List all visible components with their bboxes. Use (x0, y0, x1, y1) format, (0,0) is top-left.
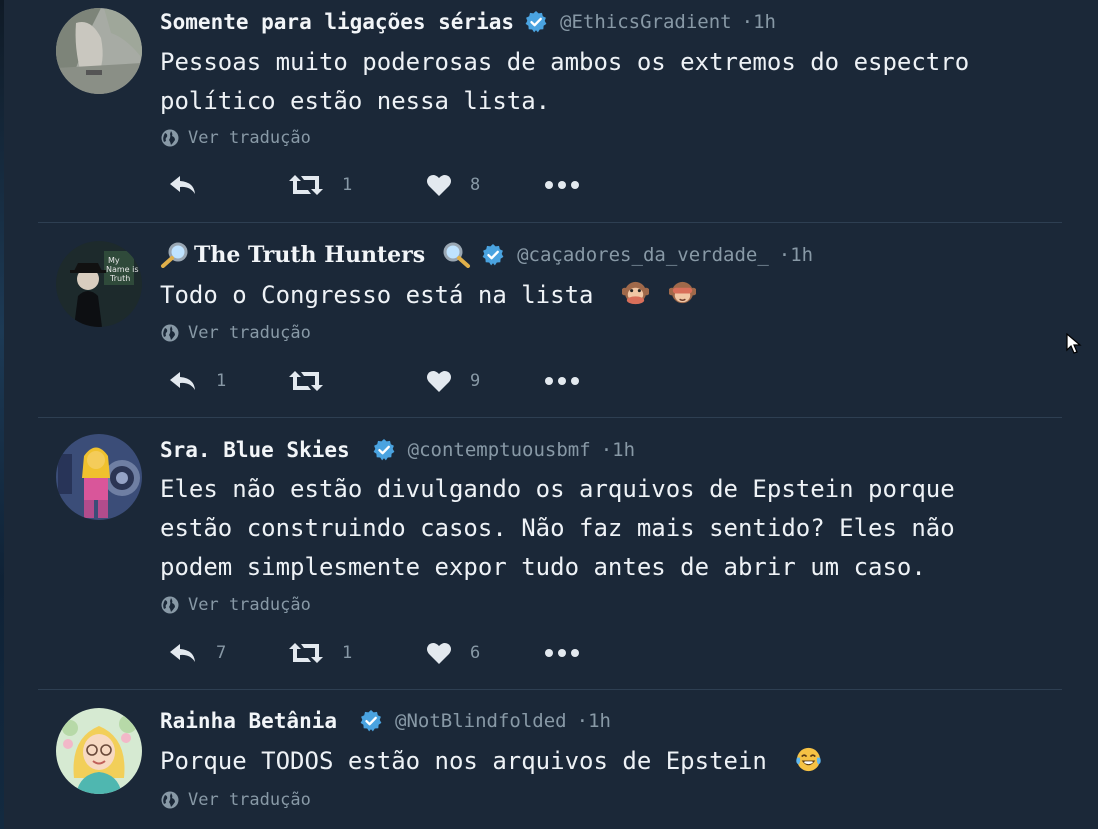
tweet-text-line: Eles não estão divulgando os arquivos de… (160, 475, 955, 503)
translate-label: Ver tradução (188, 790, 311, 810)
avatar[interactable] (56, 434, 142, 520)
translate-link[interactable]: Ver tradução (160, 593, 311, 617)
retweet-count: 1 (342, 175, 353, 195)
heart-icon (427, 175, 451, 196)
more-options-button[interactable] (544, 170, 580, 200)
retweet-button[interactable]: 1 (288, 170, 352, 200)
reply-icon (170, 372, 195, 390)
tweet-text-line: Porque TODOS estão nos arquivos de Epste… (160, 747, 767, 775)
tweet-text: Pessoas muito poderosas de ambos os extr… (160, 43, 1050, 121)
tweet-actions: 1 8 (168, 170, 628, 200)
reply-button[interactable] (168, 170, 216, 200)
like-count: 6 (470, 643, 481, 663)
reply-count: 7 (216, 643, 227, 663)
verified-badge-icon (525, 11, 547, 33)
tweet-meta: @EthicsGradient ·1h (560, 11, 776, 33)
globe-icon (161, 129, 179, 147)
tweet[interactable]: Somente para ligações sérias @EthicsGrad… (38, 0, 1062, 222)
handle[interactable]: @caçadores_da_verdade_ (517, 244, 769, 266)
more-options-button[interactable] (544, 638, 580, 668)
verified-badge-icon (360, 710, 382, 732)
display-name[interactable]: Rainha Betânia (160, 709, 337, 733)
reply-icon (170, 176, 195, 194)
reply-timeline: Somente para ligações sérias @EthicsGrad… (38, 0, 1062, 829)
svg-text:My: My (108, 256, 120, 265)
reply-count: 1 (216, 371, 227, 391)
retweet-count: 1 (342, 643, 353, 663)
timestamp[interactable]: 1h (588, 710, 611, 732)
window-edge (0, 0, 4, 829)
retweet-icon (289, 371, 323, 391)
retweet-button[interactable] (288, 366, 342, 396)
timestamp[interactable]: 1h (612, 439, 635, 461)
heart-icon (427, 643, 451, 664)
tweet-text-line: Pessoas muito poderosas de ambos os extr… (160, 48, 970, 76)
more-options-button[interactable] (544, 366, 580, 396)
tweet-text: Porque TODOS estão nos arquivos de Epste… (160, 742, 1050, 781)
see-no-evil-monkey-icon (669, 281, 697, 304)
like-button[interactable]: 8 (426, 170, 480, 200)
retweet-icon (289, 175, 323, 195)
handle[interactable]: @NotBlindfolded (395, 710, 567, 732)
tweet-actions: 7 1 6 (168, 638, 628, 668)
retweet-icon (289, 643, 323, 663)
display-name[interactable]: Sra. Blue Skies (160, 438, 350, 462)
tweet[interactable]: Sra. Blue Skies @contemptuousbmf ·1h Eles… (38, 418, 1062, 688)
reply-icon (170, 644, 195, 662)
like-button[interactable]: 9 (426, 366, 480, 396)
magnifier-icon (443, 242, 471, 268)
svg-text:Name is: Name is (106, 265, 139, 274)
display-name[interactable]: The Truth Hunters (194, 242, 425, 268)
tweet-text-line: podem simplesmente expor tudo antes de a… (160, 553, 926, 581)
avatar[interactable]: My Name is Truth (56, 241, 142, 327)
tweet-text-line: político estão nessa lista. (160, 87, 551, 115)
avatar[interactable] (56, 708, 142, 794)
magnifier-icon (161, 242, 188, 268)
more-icon (545, 377, 579, 385)
globe-icon (161, 596, 179, 614)
handle[interactable]: @EthicsGradient (560, 11, 732, 33)
handle[interactable]: @contemptuousbmf (408, 439, 591, 461)
like-count: 9 (470, 371, 481, 391)
svg-text:Truth: Truth (109, 274, 130, 283)
verified-badge-icon (373, 439, 395, 461)
translate-link[interactable]: Ver tradução (160, 126, 311, 150)
translate-label: Ver tradução (188, 323, 311, 343)
tweet-meta: @NotBlindfolded ·1h (395, 710, 611, 732)
heart-icon (427, 371, 451, 392)
tweet-text: Eles não estão divulgando os arquivos de… (160, 470, 1050, 587)
translate-link[interactable]: Ver tradução (160, 788, 311, 812)
tweet-actions: 1 9 (168, 366, 628, 396)
tweet[interactable]: Rainha Betânia @NotBlindfolded ·1h Porque… (38, 690, 1062, 829)
avatar[interactable] (56, 8, 142, 94)
mouse-cursor-icon (1066, 333, 1082, 354)
tweet-meta: @caçadores_da_verdade_ ·1h (517, 244, 814, 266)
translate-link[interactable]: Ver tradução (160, 321, 311, 345)
tweet[interactable]: My Name is Truth The Truth Hunters @caça… (38, 223, 1062, 417)
globe-icon (161, 791, 179, 809)
face-with-tears-of-joy-icon (796, 747, 822, 772)
timestamp[interactable]: 1h (753, 11, 776, 33)
speak-no-evil-monkey-icon (621, 281, 649, 305)
like-button[interactable]: 6 (426, 638, 480, 668)
more-icon (545, 181, 579, 189)
tweet-text-line: Todo o Congresso está na lista (160, 281, 594, 309)
retweet-button[interactable]: 1 (288, 638, 352, 668)
reply-button[interactable]: 1 (168, 366, 226, 396)
translate-label: Ver tradução (188, 128, 311, 148)
translate-label: Ver tradução (188, 595, 311, 615)
verified-badge-icon (482, 244, 504, 266)
more-icon (545, 649, 579, 657)
tweet-meta: @contemptuousbmf ·1h (407, 439, 636, 461)
tweet-text-line: estão construindo casos. Não faz mais se… (160, 514, 955, 542)
tweet-text: Todo o Congresso está na lista (160, 276, 1050, 315)
display-name[interactable]: Somente para ligações sérias (160, 10, 514, 34)
timestamp[interactable]: 1h (790, 244, 813, 266)
reply-button[interactable]: 7 (168, 638, 226, 668)
globe-icon (161, 324, 179, 342)
like-count: 8 (470, 175, 481, 195)
